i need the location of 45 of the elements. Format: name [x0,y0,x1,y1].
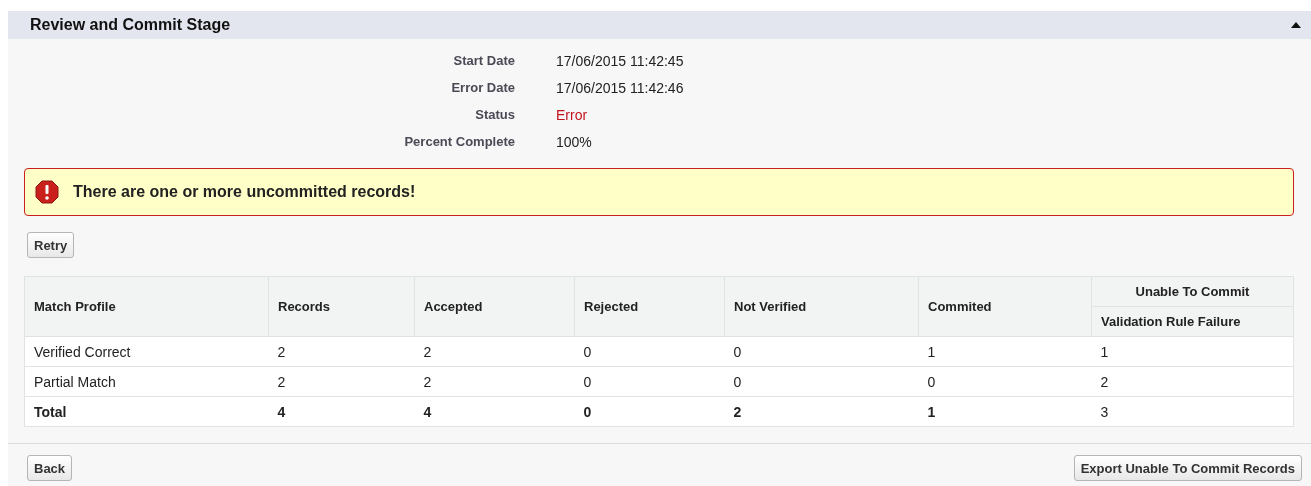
table-cell: Total [24,396,269,427]
field-label: Percent Complete [403,133,515,151]
column-header: Rejected [574,276,725,337]
field-value: 17/06/2015 11:42:46 [556,79,685,97]
table-cell: 1 [1091,336,1294,367]
table-cell: 2 [268,336,415,367]
table-cell: 0 [574,336,725,367]
field-value: 17/06/2015 11:42:45 [556,52,685,70]
table-cell: 2 [414,366,575,397]
column-header: Records [268,276,415,337]
table-cell: Verified Correct [24,336,269,367]
field-label: Status [474,106,515,124]
panel-header[interactable]: Review and Commit Stage [8,11,1311,39]
retry-button[interactable]: Retry [27,232,75,258]
column-header: Match Profile [24,276,269,337]
column-header: Not Verified [724,276,919,337]
table-cell: 0 [918,366,1092,397]
collapse-icon[interactable] [1291,22,1301,28]
table-cell: 2 [724,396,919,427]
column-header: Accepted [414,276,575,337]
alert-message: There are one or more uncommitted records! [73,183,416,201]
error-icon [35,180,59,204]
table-cell: 2 [1091,366,1294,397]
column-group-header: Unable To Commit [1091,276,1294,307]
table-cell: 4 [268,396,415,427]
table-cell: 0 [724,366,919,397]
table-cell: 0 [724,336,919,367]
table-cell: 0 [574,396,725,427]
table-cell: Partial Match [24,366,269,397]
field-value: 100% [556,133,593,151]
table-cell: 1 [918,336,1092,367]
field-label: Start Date [452,52,515,70]
column-header: Commited [918,276,1092,337]
back-button[interactable]: Back [27,455,73,481]
table-cell: 0 [574,366,725,397]
field-label: Error Date [450,79,515,97]
table-cell: 1 [918,396,1092,427]
panel-title: Review and Commit Stage [30,16,231,34]
export-button[interactable]: Export Unable To Commit Records [1073,455,1302,481]
table-cell: 2 [414,336,575,367]
table-cell: 2 [268,366,415,397]
table-cell: 3 [1091,396,1294,427]
table-cell: 4 [414,396,575,427]
field-value: Error [556,106,589,124]
column-header: Validation Rule Failure [1091,306,1294,337]
